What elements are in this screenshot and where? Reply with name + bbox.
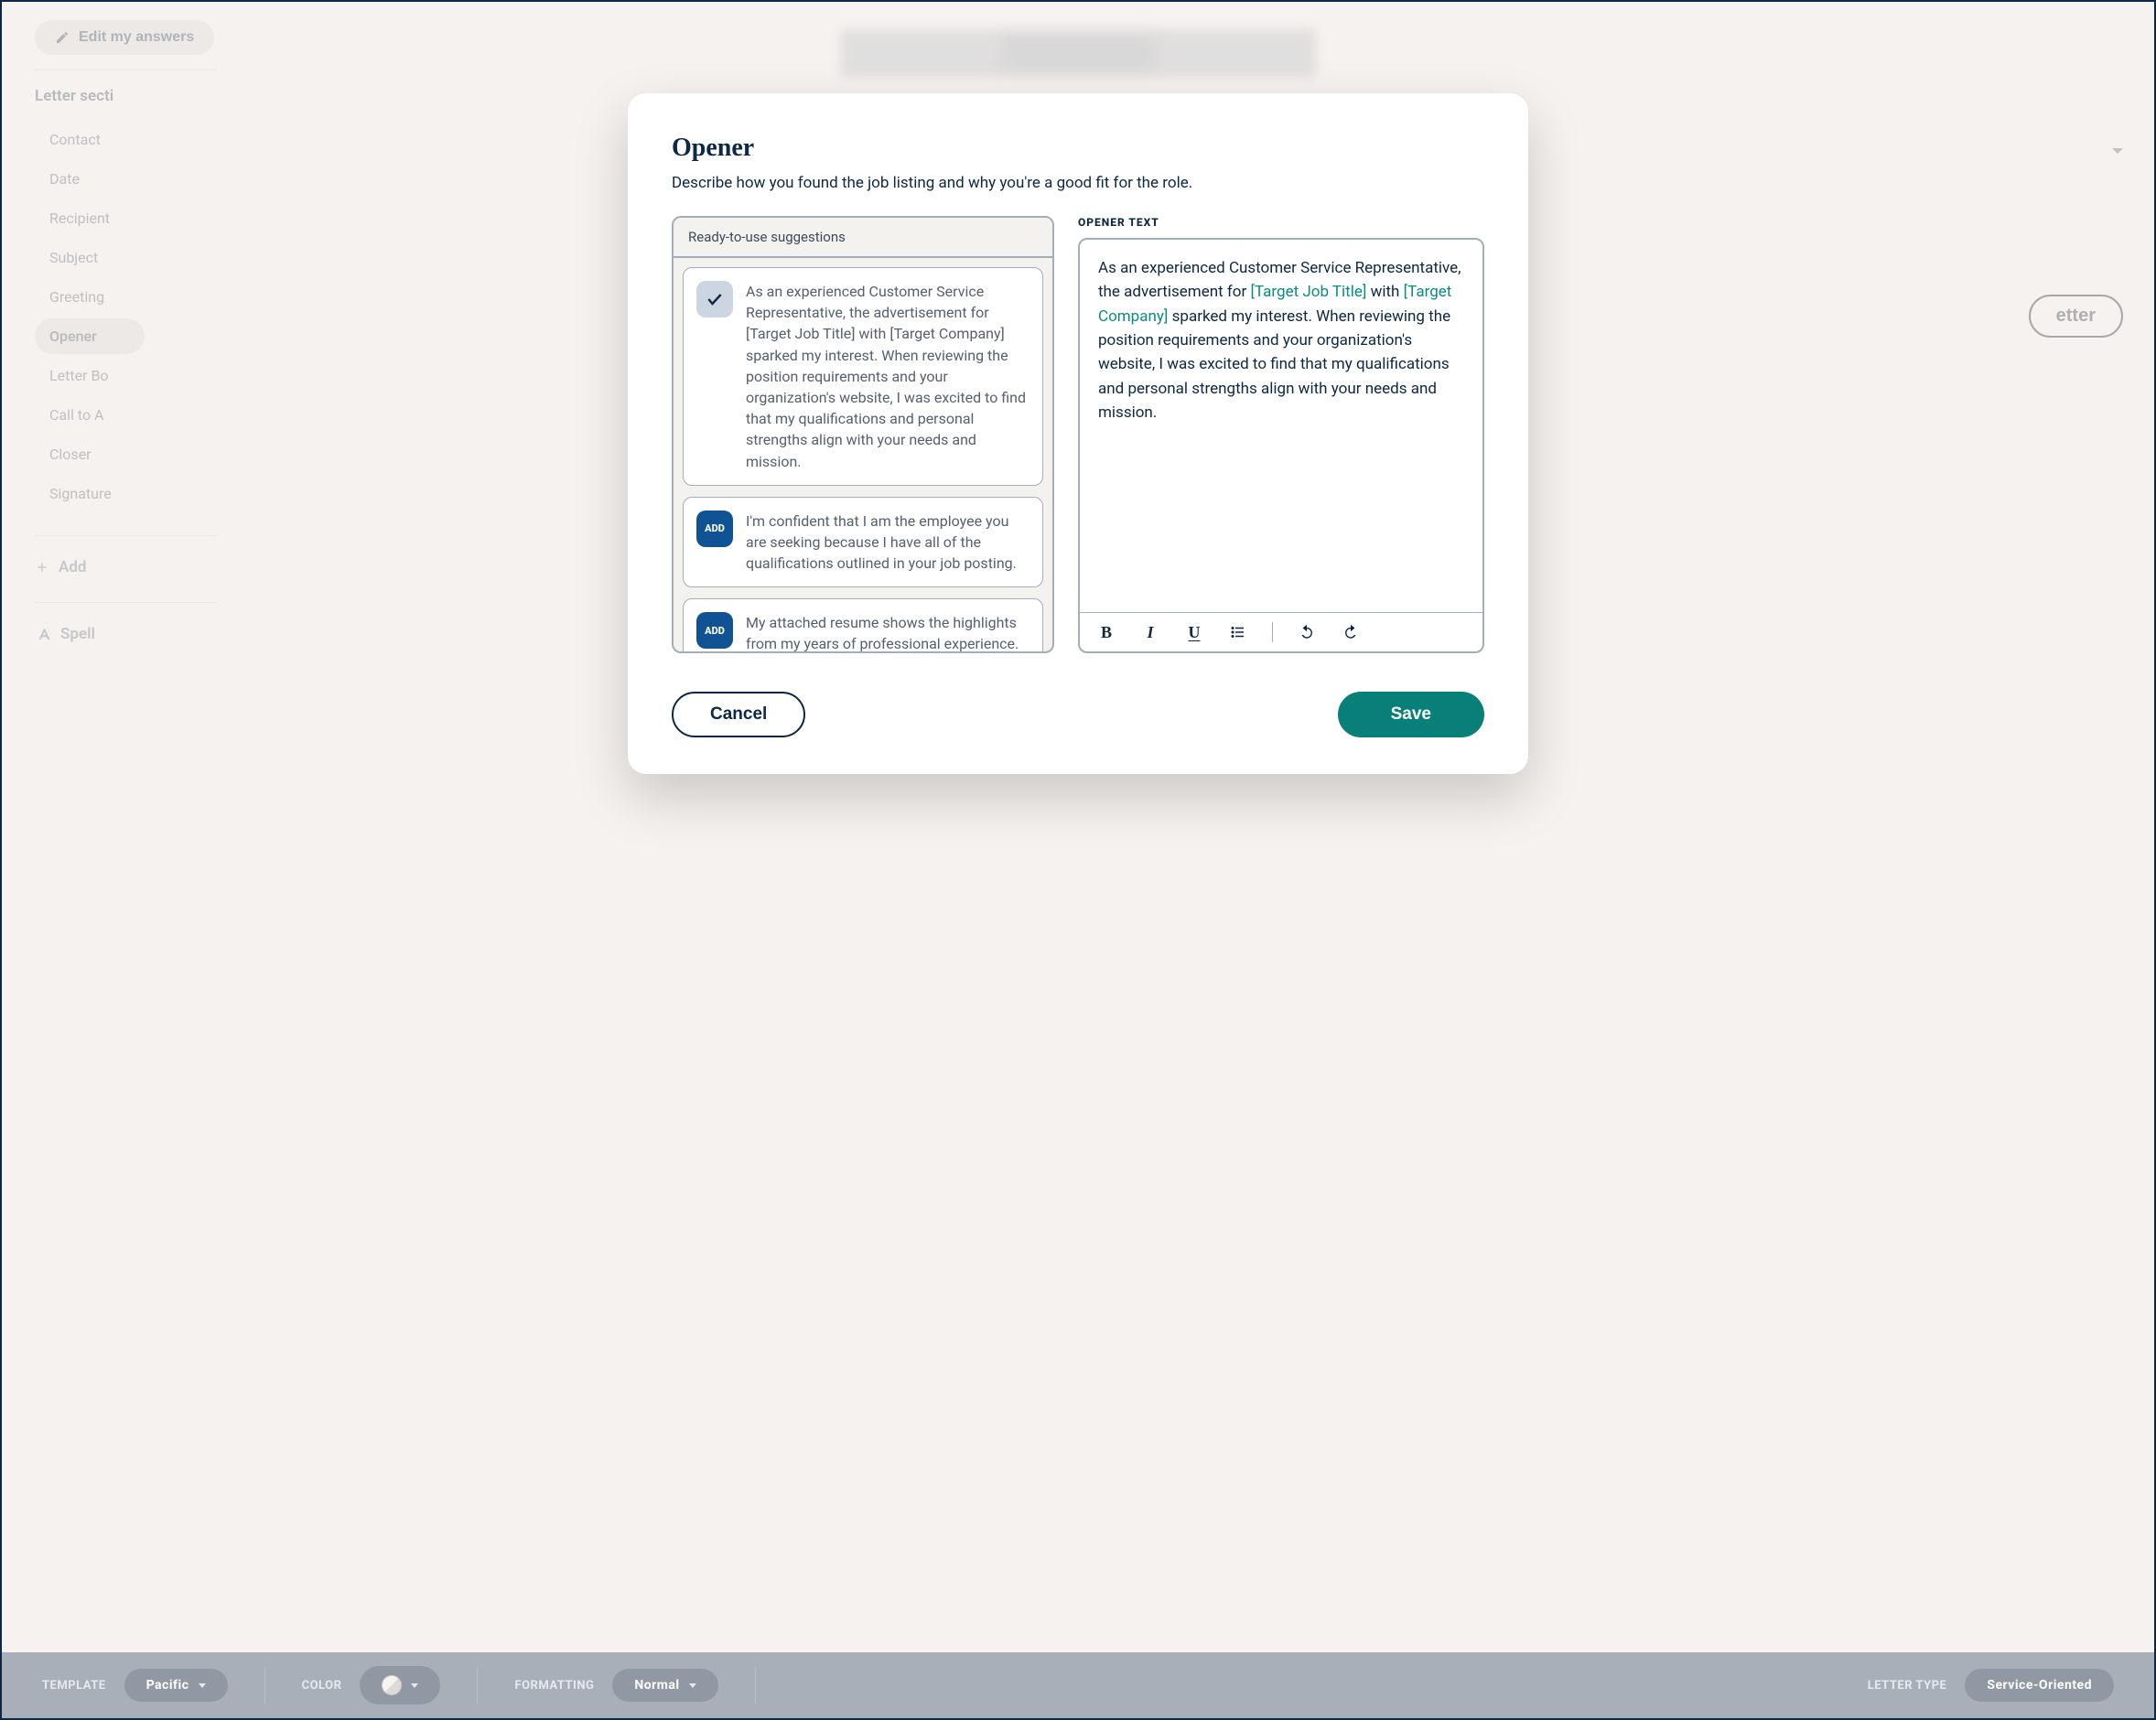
chevron-down-icon (411, 1683, 418, 1688)
suggestions-header: Ready-to-use suggestions (674, 218, 1052, 258)
suggestions-panel: Ready-to-use suggestions As an experienc… (672, 216, 1054, 653)
spellcheck-label: Spell (60, 625, 95, 643)
plus-icon (35, 560, 49, 575)
sidebar-item-contact[interactable]: Contact (35, 122, 145, 157)
template-label: TEMPLATE (42, 1679, 106, 1693)
underline-button[interactable]: U (1184, 622, 1204, 642)
template-select[interactable]: Pacific (124, 1669, 228, 1702)
suggestions-list[interactable]: As an experienced Customer Service Repre… (674, 258, 1052, 651)
bottombar-separator (755, 1667, 756, 1704)
add-section-label: Add (59, 558, 87, 576)
bottom-bar: TEMPLATE Pacific COLOR FORMATTING Normal… (2, 1652, 2154, 1718)
redo-icon (1342, 624, 1359, 640)
suggestion-selected-chip[interactable] (696, 281, 733, 317)
opener-text-input[interactable]: As an experienced Customer Service Repre… (1080, 240, 1482, 612)
suggestion-add-chip[interactable]: ADD (696, 612, 733, 649)
check-icon (706, 290, 724, 308)
divider (35, 602, 218, 603)
color-label: COLOR (302, 1679, 342, 1693)
sidebar-item-opener[interactable]: Opener (35, 318, 145, 354)
undo-icon (1299, 624, 1315, 640)
sidebar-item-greeting[interactable]: Greeting (35, 279, 145, 315)
opener-modal: Opener Describe how you found the job li… (628, 93, 1528, 774)
suggestion-card[interactable]: ADD I'm confident that I am the employee… (683, 497, 1043, 588)
sidebar-item-closer[interactable]: Closer (35, 436, 145, 472)
color-chip-icon (382, 1675, 402, 1695)
modal-title: Opener (672, 134, 1484, 163)
editor-box: As an experienced Customer Service Repre… (1078, 238, 1484, 653)
sidebar-item-call-to-action[interactable]: Call to A (35, 397, 145, 433)
bottombar-separator (264, 1667, 265, 1704)
redo-button[interactable] (1341, 622, 1361, 642)
suggestion-text: My attached resume shows the highlights … (746, 612, 1029, 651)
formatting-select[interactable]: Normal (612, 1669, 717, 1702)
formatting-label: FORMATTING (514, 1679, 594, 1693)
pencil-icon (55, 30, 70, 45)
modal-subtitle: Describe how you found the job listing a… (672, 174, 1484, 192)
template-value: Pacific (146, 1678, 189, 1693)
suggestion-text: I'm confident that I am the employee you… (746, 511, 1029, 575)
sidebar-item-date[interactable]: Date (35, 161, 145, 197)
save-button[interactable]: Save (1338, 692, 1484, 737)
edit-answers-button[interactable]: Edit my answers (35, 20, 214, 55)
lettertype-label: LETTER TYPE (1868, 1679, 1947, 1693)
chevron-down-icon[interactable] (2112, 148, 2123, 154)
formatting-value: Normal (634, 1678, 679, 1693)
edit-answers-label: Edit my answers (79, 29, 194, 46)
suggestion-card[interactable]: As an experienced Customer Service Repre… (683, 267, 1043, 486)
editor-toolbar: B I U (1080, 612, 1482, 651)
lettertype-value: Service-Oriented (1987, 1678, 2092, 1693)
bulleted-list-button[interactable] (1228, 622, 1248, 642)
suggestion-text: As an experienced Customer Service Repre… (746, 281, 1029, 472)
preview-letter-button[interactable]: etter (2029, 295, 2123, 338)
sidebar-item-letter-body[interactable]: Letter Bo (35, 358, 145, 393)
toolbar-separator (1272, 622, 1273, 642)
blurred-header-bar (840, 29, 1316, 77)
list-icon (1230, 624, 1246, 640)
bottombar-separator (477, 1667, 478, 1704)
color-select[interactable] (360, 1666, 440, 1704)
lettertype-select[interactable]: Service-Oriented (1965, 1669, 2114, 1702)
editor-label: OPENER TEXT (1078, 216, 1484, 229)
chevron-down-icon (689, 1683, 696, 1688)
bold-button[interactable]: B (1096, 622, 1116, 642)
cancel-button[interactable]: Cancel (672, 692, 805, 737)
undo-button[interactable] (1297, 622, 1317, 642)
font-icon (35, 626, 51, 642)
italic-button[interactable]: I (1140, 622, 1160, 642)
suggestion-add-chip[interactable]: ADD (696, 511, 733, 547)
suggestion-card[interactable]: ADD My attached resume shows the highlig… (683, 598, 1043, 651)
chevron-down-icon (199, 1683, 206, 1688)
divider (35, 535, 218, 536)
sidebar-item-recipient[interactable]: Recipient (35, 200, 145, 236)
sidebar-item-signature[interactable]: Signature (35, 476, 145, 511)
sidebar-item-subject[interactable]: Subject (35, 240, 145, 275)
